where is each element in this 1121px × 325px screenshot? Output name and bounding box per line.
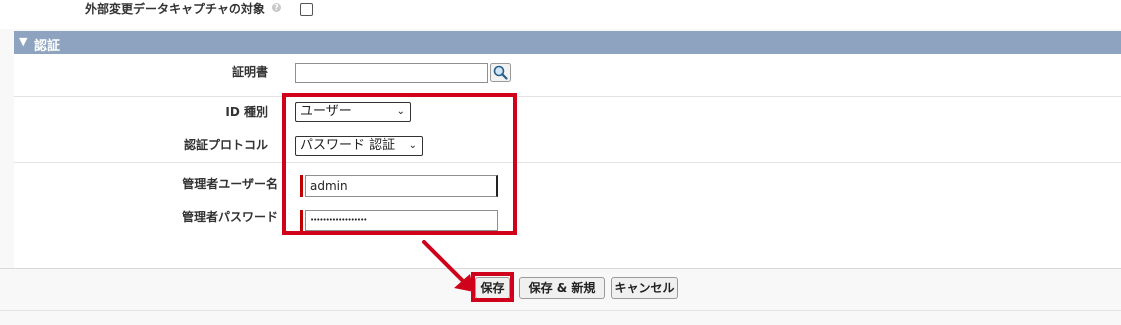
identity-type-label: ID 種別	[225, 105, 268, 119]
cancel-button[interactable]: キャンセル	[611, 277, 678, 299]
collapse-triangle-icon[interactable]: ▼	[19, 35, 27, 48]
admin-user-label: 管理者ユーザー名	[182, 177, 278, 191]
auth-section-header[interactable]	[14, 31, 1121, 54]
lookup-search-icon[interactable]	[490, 63, 511, 82]
certificate-label: 証明書	[231, 65, 268, 79]
external-cdc-checkbox[interactable]	[300, 3, 313, 16]
admin-password-label: 管理者パスワード	[181, 210, 278, 224]
auth-protocol-label: 認証プロトコル	[183, 138, 268, 152]
save-and-new-button[interactable]: 保存 & 新規	[519, 277, 605, 299]
help-icon[interactable]: ?	[272, 3, 281, 12]
row-divider	[14, 162, 1121, 163]
row-divider	[14, 96, 1121, 97]
external-cdc-label: 外部変更データキャプチャの対象	[85, 2, 265, 16]
section-title: 認証	[34, 39, 61, 54]
form-bottom-divider	[0, 268, 1121, 269]
footer-divider	[0, 310, 1121, 311]
highlight-box	[282, 93, 517, 235]
save-highlight-box	[471, 272, 514, 302]
certificate-input[interactable]	[295, 63, 488, 83]
